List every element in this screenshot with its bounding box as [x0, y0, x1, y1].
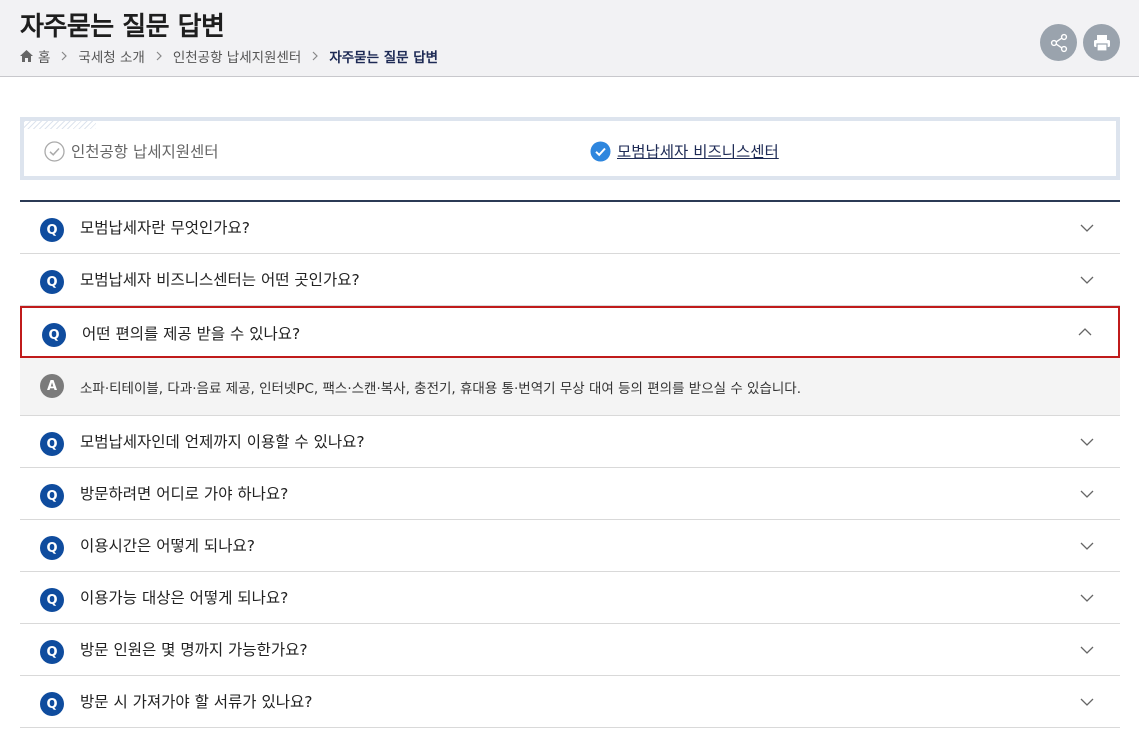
faq-question-row[interactable]: Q 모범납세자 비즈니스센터는 어떤 곳인가요? — [20, 254, 1120, 306]
faq-question-row-open[interactable]: Q 어떤 편의를 제공 받을 수 있나요? — [20, 306, 1120, 358]
q-badge: Q — [40, 588, 64, 612]
faq-answer-text: 소파·티테이블, 다과·음료 제공, 인터넷PC, 팩스·스캔·복사, 충전기,… — [80, 381, 802, 397]
home-icon — [20, 50, 33, 62]
breadcrumb-home[interactable]: 홈 — [20, 46, 50, 66]
q-badge: Q — [40, 692, 64, 716]
faq-question: 방문 시 가져가야 할 서류가 있나요? — [80, 693, 313, 711]
q-badge: Q — [40, 432, 64, 456]
chevron-down-icon — [1080, 276, 1094, 284]
faq-question-row[interactable]: Q 방문하려면 어디로 가야 하나요? — [20, 468, 1120, 520]
breadcrumb: 홈 국세청 소개 인천공항 납세지원센터 자주묻는 질문 답변 — [20, 46, 439, 66]
faq-question: 이용시간은 어떻게 되나요? — [80, 537, 255, 555]
share-button[interactable] — [1040, 24, 1077, 61]
chevron-right-icon — [61, 51, 68, 61]
breadcrumb-current: 자주묻는 질문 답변 — [329, 50, 439, 66]
chevron-down-icon — [1080, 646, 1094, 654]
chevron-down-icon — [1080, 438, 1094, 446]
q-badge: Q — [42, 323, 66, 347]
faq-question: 어떤 편의를 제공 받을 수 있나요? — [82, 325, 301, 343]
faq-question: 방문 인원은 몇 명까지 가능한가요? — [80, 641, 308, 659]
center-tabs: 인천공항 납세지원센터 모범납세자 비즈니스센터 — [20, 117, 1120, 180]
faq-answer: A 소파·티테이블, 다과·음료 제공, 인터넷PC, 팩스·스캔·복사, 충전… — [20, 358, 1120, 416]
tab-business-center[interactable]: 모범납세자 비즈니스센터 — [590, 140, 779, 162]
tab-incheon-airport-center[interactable]: 인천공항 납세지원센터 — [44, 140, 219, 162]
faq-question-row[interactable]: Q 모범납세자인데 언제까지 이용할 수 있나요? — [20, 416, 1120, 468]
chevron-down-icon — [1080, 698, 1094, 706]
chevron-down-icon — [1080, 542, 1094, 550]
q-badge: Q — [40, 270, 64, 294]
q-badge: Q — [40, 484, 64, 508]
faq-question-row[interactable]: Q 방문 시 가져가야 할 서류가 있나요? — [20, 676, 1120, 728]
faq-question: 방문하려면 어디로 가야 하나요? — [80, 485, 289, 503]
q-badge: Q — [40, 218, 64, 242]
page-header: 자주묻는 질문 답변 홈 국세청 소개 인천공항 납세지원센터 자주묻는 질문 … — [0, 0, 1139, 77]
faq-question: 모범납세자란 무엇인가요? — [80, 219, 251, 237]
chevron-down-icon — [1080, 224, 1094, 232]
chevron-down-icon — [1080, 594, 1094, 602]
print-icon — [1093, 34, 1110, 52]
faq-question: 이용가능 대상은 어떻게 되나요? — [80, 589, 289, 607]
check-circle-filled-icon — [590, 141, 611, 161]
breadcrumb-item[interactable]: 인천공항 납세지원센터 — [173, 46, 302, 66]
faq-question-row[interactable]: Q 이용가능 대상은 어떻게 되나요? — [20, 572, 1120, 624]
check-circle-icon — [44, 140, 65, 162]
tab-label: 인천공항 납세지원센터 — [71, 143, 219, 161]
a-badge: A — [40, 374, 64, 398]
faq-question: 모범납세자인데 언제까지 이용할 수 있나요? — [80, 433, 365, 451]
chevron-right-icon — [312, 51, 319, 61]
faq-question-row[interactable]: Q 모범납세자란 무엇인가요? — [20, 202, 1120, 254]
faq-question-row[interactable]: Q 방문 인원은 몇 명까지 가능한가요? — [20, 624, 1120, 676]
chevron-right-icon — [156, 51, 162, 61]
share-icon — [1050, 33, 1067, 52]
page-title: 자주묻는 질문 답변 — [20, 12, 225, 42]
breadcrumb-item[interactable]: 국세청 소개 — [78, 46, 144, 66]
tab-label: 모범납세자 비즈니스센터 — [617, 143, 779, 161]
q-badge: Q — [40, 536, 64, 560]
faq-question-row[interactable]: Q 이용시간은 어떻게 되나요? — [20, 520, 1120, 572]
q-badge: Q — [40, 640, 64, 664]
tabs-decoration — [24, 121, 96, 129]
print-button[interactable] — [1083, 24, 1120, 61]
chevron-up-icon — [1078, 328, 1092, 336]
chevron-down-icon — [1080, 490, 1094, 498]
faq-list: Q 모범납세자란 무엇인가요? Q 모범납세자 비즈니스센터는 어떤 곳인가요?… — [20, 200, 1120, 728]
faq-question: 모범납세자 비즈니스센터는 어떤 곳인가요? — [80, 271, 360, 289]
